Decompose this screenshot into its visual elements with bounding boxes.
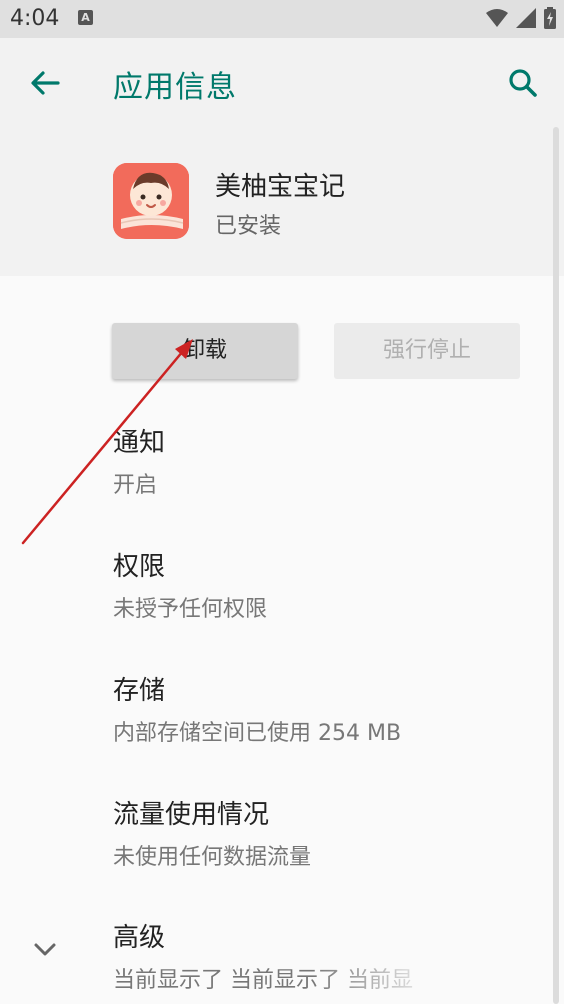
app-icon <box>113 163 189 239</box>
app-install-status: 已安装 <box>215 214 282 239</box>
status-icons <box>486 7 556 29</box>
setting-advanced[interactable]: 高级 当前显示了 当前显示了 当前显 <box>113 917 443 994</box>
uninstall-button[interactable]: 卸载 <box>112 323 298 379</box>
app-name: 美柚宝宝记 <box>215 172 346 202</box>
setting-title: 通知 <box>113 428 166 458</box>
setting-subtitle-wrap: 当前显示了 当前显示了 当前显 <box>113 962 443 994</box>
signal-icon <box>516 8 536 28</box>
expand-advanced-button[interactable] <box>30 935 60 965</box>
setting-subtitle: 未使用任何数据流量 <box>113 845 312 870</box>
setting-permissions[interactable]: 权限 未授予任何权限 <box>113 546 533 623</box>
setting-data-usage[interactable]: 流量使用情况 未使用任何数据流量 <box>113 794 533 871</box>
status-bar: 4:04 A <box>0 0 564 38</box>
battery-icon <box>544 7 556 29</box>
text-fade <box>313 962 443 994</box>
setting-title: 权限 <box>113 552 166 582</box>
status-time: 4:04 <box>10 6 60 31</box>
page-title: 应用信息 <box>113 70 237 105</box>
setting-title: 流量使用情况 <box>113 800 270 830</box>
wifi-icon <box>486 9 508 27</box>
setting-storage[interactable]: 存储 内部存储空间已使用 254 MB <box>113 670 533 747</box>
chevron-down-icon <box>34 943 56 956</box>
setting-title: 高级 <box>113 923 166 953</box>
notification-a-icon: A <box>78 10 93 25</box>
search-icon <box>509 69 537 97</box>
setting-subtitle: 未授予任何权限 <box>113 597 268 622</box>
app-info-header: 应用信息 美柚宝宝记 已安装 <box>0 38 564 276</box>
search-button[interactable] <box>502 62 546 106</box>
scrollbar[interactable] <box>553 127 559 1004</box>
setting-subtitle: 开启 <box>113 473 158 498</box>
setting-title: 存储 <box>113 676 166 706</box>
force-stop-button[interactable]: 强行停止 <box>334 323 520 379</box>
back-button[interactable] <box>22 62 66 106</box>
arrow-left-icon <box>31 71 60 95</box>
baby-book-icon <box>113 163 189 239</box>
setting-subtitle: 内部存储空间已使用 254 MB <box>113 721 402 746</box>
setting-notifications[interactable]: 通知 开启 <box>113 422 533 499</box>
